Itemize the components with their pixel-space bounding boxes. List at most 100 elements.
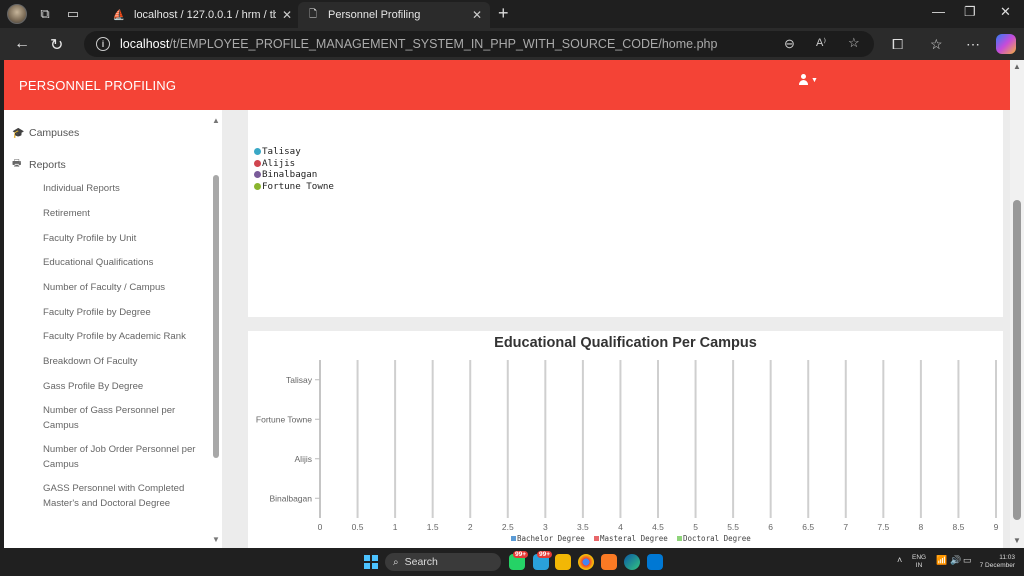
close-tab-icon[interactable]: ✕ (282, 8, 292, 22)
telegram-icon[interactable]: 99+ (533, 551, 553, 570)
legend-label: Doctoral Degree (683, 534, 751, 543)
xampp-icon[interactable] (601, 554, 617, 570)
report-link-gass-masters-doctoral[interactable]: GASS Personnel with Completed Master's a… (43, 482, 203, 511)
x-tick-label: 8.5 (953, 522, 965, 532)
zoom-icon[interactable]: ⊖ (784, 36, 795, 52)
report-link-faculty-per-campus[interactable]: Number of Faculty / Campus (43, 281, 203, 296)
tab-title: Personnel Profiling (328, 9, 421, 21)
x-tick-label: 6.5 (802, 522, 814, 532)
favorite-star-icon[interactable]: ☆ (848, 35, 860, 51)
sidebar: 🎓 Campuses 🖶 Reports Individual Reports … (4, 110, 222, 548)
scroll-down-arrow-icon[interactable]: ▼ (1013, 536, 1021, 545)
profile-avatar-icon[interactable] (6, 3, 28, 25)
more-options-icon[interactable]: ⋯ (966, 36, 980, 53)
x-tick-label: 5 (693, 522, 698, 532)
sidebar-scroll-thumb[interactable] (213, 175, 219, 458)
user-menu-button[interactable]: ▼ (798, 74, 818, 86)
system-clock[interactable]: 11:03 7 December (975, 554, 1015, 570)
x-tick-label: 8 (919, 522, 924, 532)
main-content: Talisay Alijis Binalbagan Fortune Towne … (222, 110, 1010, 548)
report-link-faculty-by-unit[interactable]: Faculty Profile by Unit (43, 232, 203, 247)
report-link-breakdown-of-faculty[interactable]: Breakdown Of Faculty (43, 355, 203, 370)
graduation-cap-icon: 🎓 (12, 127, 25, 139)
refresh-icon[interactable]: ↻ (50, 35, 63, 55)
legend-item[interactable]: Binalbagan (254, 169, 334, 181)
vscode-icon[interactable] (647, 554, 663, 570)
legend-swatch (594, 536, 599, 541)
tab-phpmyadmin[interactable]: ⛵ localhost / 127.0.0.1 / hrm / tbl_p ✕ (104, 2, 300, 28)
read-aloud-icon[interactable]: A⁾ (816, 36, 826, 49)
restore-icon[interactable]: ❐ (964, 4, 976, 20)
legend-swatch-talisay (254, 148, 261, 156)
sidebar-scrollbar[interactable]: ▲ ▼ (210, 110, 222, 548)
search-icon: ⌕ (393, 556, 399, 568)
x-tick-label: 1 (393, 522, 398, 532)
report-link-individual-reports[interactable]: Individual Reports (43, 182, 203, 197)
caret-down-icon: ▼ (811, 76, 818, 84)
search-label: Search (404, 556, 438, 568)
report-link-faculty-by-rank[interactable]: Faculty Profile by Academic Rank (43, 330, 203, 345)
bar-chart-panel: Educational Qualification Per Campus 0 0.… (248, 331, 1003, 548)
report-link-gass-by-degree[interactable]: Gass Profile By Degree (43, 380, 203, 395)
volume-icon[interactable]: 🔊 (950, 555, 961, 566)
report-link-faculty-by-degree[interactable]: Faculty Profile by Degree (43, 306, 203, 321)
close-tab-icon[interactable]: ✕ (472, 8, 482, 22)
windows-start-icon[interactable] (364, 555, 378, 569)
workspaces-icon[interactable]: ⧉ (34, 3, 56, 25)
chrome-icon[interactable] (578, 554, 594, 570)
notification-badge: 99+ (537, 551, 553, 558)
legend-item[interactable]: Fortune Towne (254, 181, 334, 193)
scroll-up-arrow-icon[interactable]: ▲ (212, 116, 220, 125)
report-link-retirement[interactable]: Retirement (43, 207, 203, 222)
back-icon[interactable]: ← (14, 35, 30, 53)
file-explorer-icon[interactable] (555, 554, 571, 570)
x-tick-label: 4 (618, 522, 623, 532)
new-tab-icon[interactable]: + (498, 3, 509, 24)
favorites-icon[interactable]: ☆ (930, 36, 943, 53)
legend-swatch-alijis (254, 159, 261, 167)
lang-region: IN (915, 562, 923, 569)
scroll-down-arrow-icon[interactable]: ▼ (212, 535, 220, 544)
y-category-label: Alijis (295, 454, 312, 464)
scroll-up-arrow-icon[interactable]: ▲ (1013, 62, 1021, 71)
x-tick-label: 3 (543, 522, 548, 532)
y-category-label: Binalbagan (269, 493, 312, 503)
minimize-icon[interactable]: — (932, 4, 945, 19)
page-scrollbar[interactable]: ▲ ▼ (1010, 60, 1024, 548)
extensions-icon[interactable]: ⧠ (892, 36, 903, 53)
brand-title[interactable]: PERSONNEL PROFILING (19, 78, 176, 93)
battery-icon[interactable]: ▭ (963, 555, 972, 566)
close-window-icon[interactable]: ✕ (1000, 4, 1011, 20)
legend-label: Binalbagan (262, 169, 318, 180)
legend-label: Masteral Degree (600, 534, 668, 543)
legend-label: Talisay (262, 146, 301, 157)
legend-label: Alijis (262, 157, 296, 169)
x-tick-label: 2 (468, 522, 473, 532)
tab-actions-icon[interactable]: ▭ (62, 3, 84, 25)
x-tick-label: 1.5 (427, 522, 439, 532)
copilot-icon[interactable] (996, 34, 1016, 54)
legend-item[interactable]: Alijis (254, 158, 334, 170)
site-info-icon[interactable]: i (96, 37, 110, 51)
tray-expand-icon[interactable]: ˄ (897, 555, 902, 565)
report-link-job-order-per-campus[interactable]: Number of Job Order Personnel per Campus (43, 443, 203, 472)
taskbar-search-box[interactable]: ⌕ Search (385, 553, 501, 571)
url-path: /t/EMPLOYEE_PROFILE_MANAGEMENT_SYSTEM_IN… (169, 37, 718, 51)
legend-label: Fortune Towne (262, 180, 334, 192)
tab-title: localhost / 127.0.0.1 / hrm / tbl_p (134, 9, 276, 21)
sidebar-item-reports[interactable]: 🖶 Reports (12, 156, 66, 173)
report-link-educational-qualifications[interactable]: Educational Qualifications (43, 256, 203, 271)
report-link-gass-per-campus[interactable]: Number of Gass Personnel per Campus (43, 404, 203, 433)
legend-item[interactable]: Talisay (254, 146, 334, 158)
url-input[interactable]: i localhost/t/EMPLOYEE_PROFILE_MANAGEMEN… (84, 31, 874, 57)
web-page: PERSONNEL PROFILING ▼ 🎓 Campuses 🖶 Repor… (4, 60, 1010, 548)
page-scroll-thumb[interactable] (1013, 200, 1021, 520)
wifi-icon[interactable]: 📶 (936, 555, 947, 566)
edge-icon[interactable] (624, 554, 640, 570)
sidebar-item-campuses[interactable]: 🎓 Campuses (12, 127, 79, 139)
y-category-label: Talisay (286, 375, 313, 385)
whatsapp-icon[interactable]: 99+ (509, 551, 529, 570)
tab-personnel-profiling[interactable]: 🗋 Personnel Profiling ✕ (298, 2, 490, 28)
x-tick-label: 6 (768, 522, 773, 532)
language-indicator[interactable]: ENG IN (912, 554, 926, 570)
